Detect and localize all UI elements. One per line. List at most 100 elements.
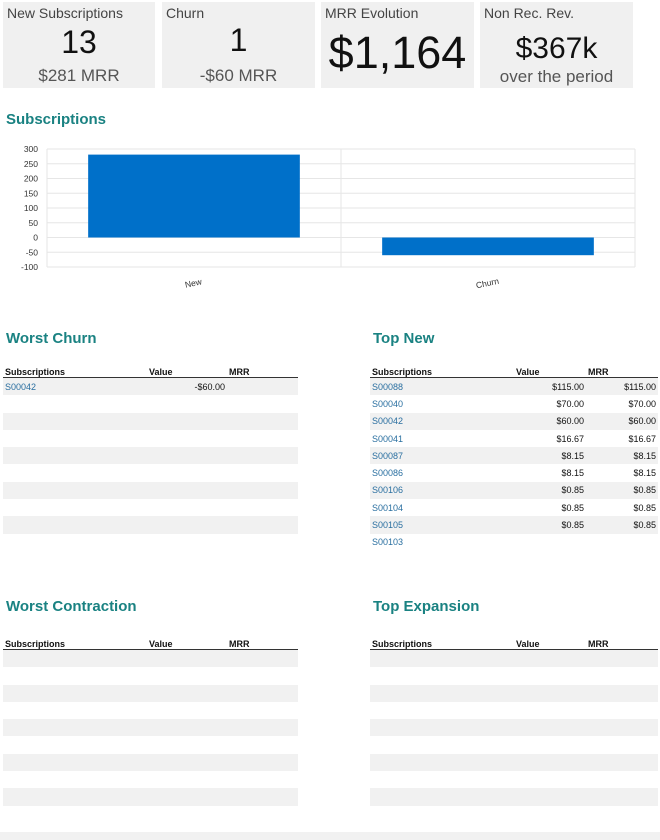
- table-row: [370, 753, 658, 772]
- value-cell: $115.00: [514, 377, 586, 396]
- mrr-cell: [227, 377, 298, 396]
- mrr-cell: $115.00: [586, 377, 658, 396]
- column-header-subscriptions[interactable]: Subscriptions: [370, 364, 514, 378]
- column-header-mrr[interactable]: MRR: [227, 636, 298, 650]
- table-row[interactable]: S00040 $70.00 $70.00: [370, 395, 658, 412]
- column-header-mrr[interactable]: MRR: [586, 636, 658, 650]
- y-tick-label: 0: [33, 233, 38, 243]
- table-row[interactable]: S00103: [370, 534, 658, 551]
- table-row: [3, 719, 298, 737]
- top-new-table: Subscriptions Value MRR S00088 $115.00 $…: [370, 364, 658, 551]
- subscription-link[interactable]: S00042: [370, 412, 514, 430]
- kpi-value: $367k: [515, 32, 598, 65]
- subscription-link[interactable]: S00103: [370, 534, 514, 551]
- value-cell: $0.85: [561, 502, 584, 513]
- table-row: [3, 395, 298, 412]
- kpi-mrr-evolution[interactable]: MRR Evolution $1,164: [321, 2, 474, 88]
- y-tick-label: 300: [24, 144, 38, 154]
- table-row: [3, 753, 298, 772]
- worst-churn-title: Worst Churn: [6, 330, 97, 347]
- kpi-title: Non Rec. Rev.: [484, 5, 574, 21]
- mrr-cell: $60.00: [586, 412, 658, 430]
- table-row[interactable]: S00042 -$60.00: [3, 377, 298, 396]
- table-row[interactable]: S00042 $60.00 $60.00: [370, 412, 658, 430]
- value-cell: -$60.00: [147, 377, 227, 396]
- value-cell: [514, 534, 586, 551]
- subscription-link[interactable]: S00087: [370, 447, 514, 465]
- table-row[interactable]: S00104 $0.85 $0.85: [370, 499, 658, 516]
- column-header-subscriptions[interactable]: Subscriptions: [370, 636, 514, 650]
- value-cell: $70.00: [556, 398, 584, 409]
- column-header-value[interactable]: Value: [514, 364, 586, 378]
- y-tick-label: 50: [29, 218, 39, 228]
- table-row: [3, 534, 298, 551]
- subscription-link[interactable]: S00042: [3, 377, 147, 396]
- top-new-title: Top New: [373, 330, 435, 347]
- y-tick-label: 100: [24, 203, 38, 213]
- table-row: [3, 430, 298, 447]
- kpi-title: MRR Evolution: [325, 5, 419, 21]
- top-expansion-title: Top Expansion: [373, 598, 480, 615]
- table-row: [3, 736, 298, 753]
- kpi-churn[interactable]: Churn 1 -$60 MRR: [162, 2, 315, 88]
- value-cell: $0.85: [514, 481, 586, 500]
- column-header-mrr[interactable]: MRR: [586, 364, 658, 378]
- footer-strip: [0, 832, 660, 840]
- value-cell: $60.00: [514, 412, 586, 430]
- table-row[interactable]: S00041 $16.67 $16.67: [370, 430, 658, 447]
- kpi-value: 1: [229, 22, 248, 58]
- x-tick-label: New: [184, 276, 204, 289]
- x-tick-label: Churn: [475, 276, 500, 291]
- column-header-value[interactable]: Value: [147, 636, 227, 650]
- value-cell: $8.15: [561, 468, 584, 479]
- worst-contraction-title: Worst Contraction: [6, 598, 137, 615]
- column-header-value[interactable]: Value: [514, 636, 586, 650]
- subscription-link[interactable]: S00086: [370, 464, 514, 481]
- column-header-mrr[interactable]: MRR: [227, 364, 298, 378]
- subscription-link[interactable]: S00104: [370, 499, 514, 516]
- worst-contraction-table: Subscriptions Value MRR: [3, 636, 298, 806]
- table-row[interactable]: S00105 $0.85 $0.85: [370, 516, 658, 534]
- table-row: [3, 788, 298, 806]
- bar-new: [88, 154, 300, 238]
- kpi-subvalue: $281 MRR: [38, 66, 120, 85]
- bar-churn: [382, 237, 594, 256]
- kpi-new-subscriptions[interactable]: New Subscriptions 13 $281 MRR: [3, 2, 155, 88]
- table-row: [3, 684, 298, 702]
- subscriptions-bar-chart: 300 250 200 150 100 50 0 -50 -100 New Churn: [21, 144, 636, 291]
- kpi-value: $1,164: [328, 27, 467, 78]
- table-row: [370, 649, 658, 668]
- table-row: [3, 702, 298, 719]
- table-row[interactable]: S00087 $8.15 $8.15: [370, 447, 658, 465]
- table-row: [3, 447, 298, 465]
- table-row: [3, 412, 298, 430]
- kpi-non-rec-rev[interactable]: Non Rec. Rev. $367k over the period: [480, 2, 633, 88]
- table-row: [370, 736, 658, 753]
- y-tick-label: -100: [21, 262, 38, 272]
- subscription-link[interactable]: S00041: [370, 430, 514, 447]
- table-row[interactable]: S00106 $0.85 $0.85: [370, 481, 658, 500]
- subscription-link[interactable]: S00105: [370, 516, 514, 534]
- subscription-link[interactable]: S00088: [370, 377, 514, 396]
- mrr-cell: [586, 534, 658, 551]
- column-header-value[interactable]: Value: [147, 364, 227, 378]
- table-row: [370, 684, 658, 702]
- table-row: [3, 464, 298, 481]
- table-row: [3, 516, 298, 534]
- value-cell: $0.85: [514, 516, 586, 534]
- mrr-cell: $70.00: [628, 398, 656, 409]
- mrr-cell: $8.15: [633, 468, 656, 479]
- kpi-title: Churn: [166, 5, 205, 21]
- table-row: [370, 788, 658, 806]
- column-header-subscriptions[interactable]: Subscriptions: [3, 636, 147, 650]
- kpi-title: New Subscriptions: [7, 5, 123, 21]
- table-row[interactable]: S00086 $8.15 $8.15: [370, 464, 658, 481]
- subscription-link[interactable]: S00106: [370, 481, 514, 500]
- column-header-subscriptions[interactable]: Subscriptions: [3, 364, 147, 378]
- subscriptions-section-title: Subscriptions: [6, 111, 107, 128]
- table-row[interactable]: S00088 $115.00 $115.00: [370, 377, 658, 396]
- mrr-cell: $0.85: [586, 516, 658, 534]
- subscription-link[interactable]: S00040: [370, 395, 514, 412]
- table-row: [3, 771, 298, 788]
- y-tick-label: -50: [26, 247, 39, 257]
